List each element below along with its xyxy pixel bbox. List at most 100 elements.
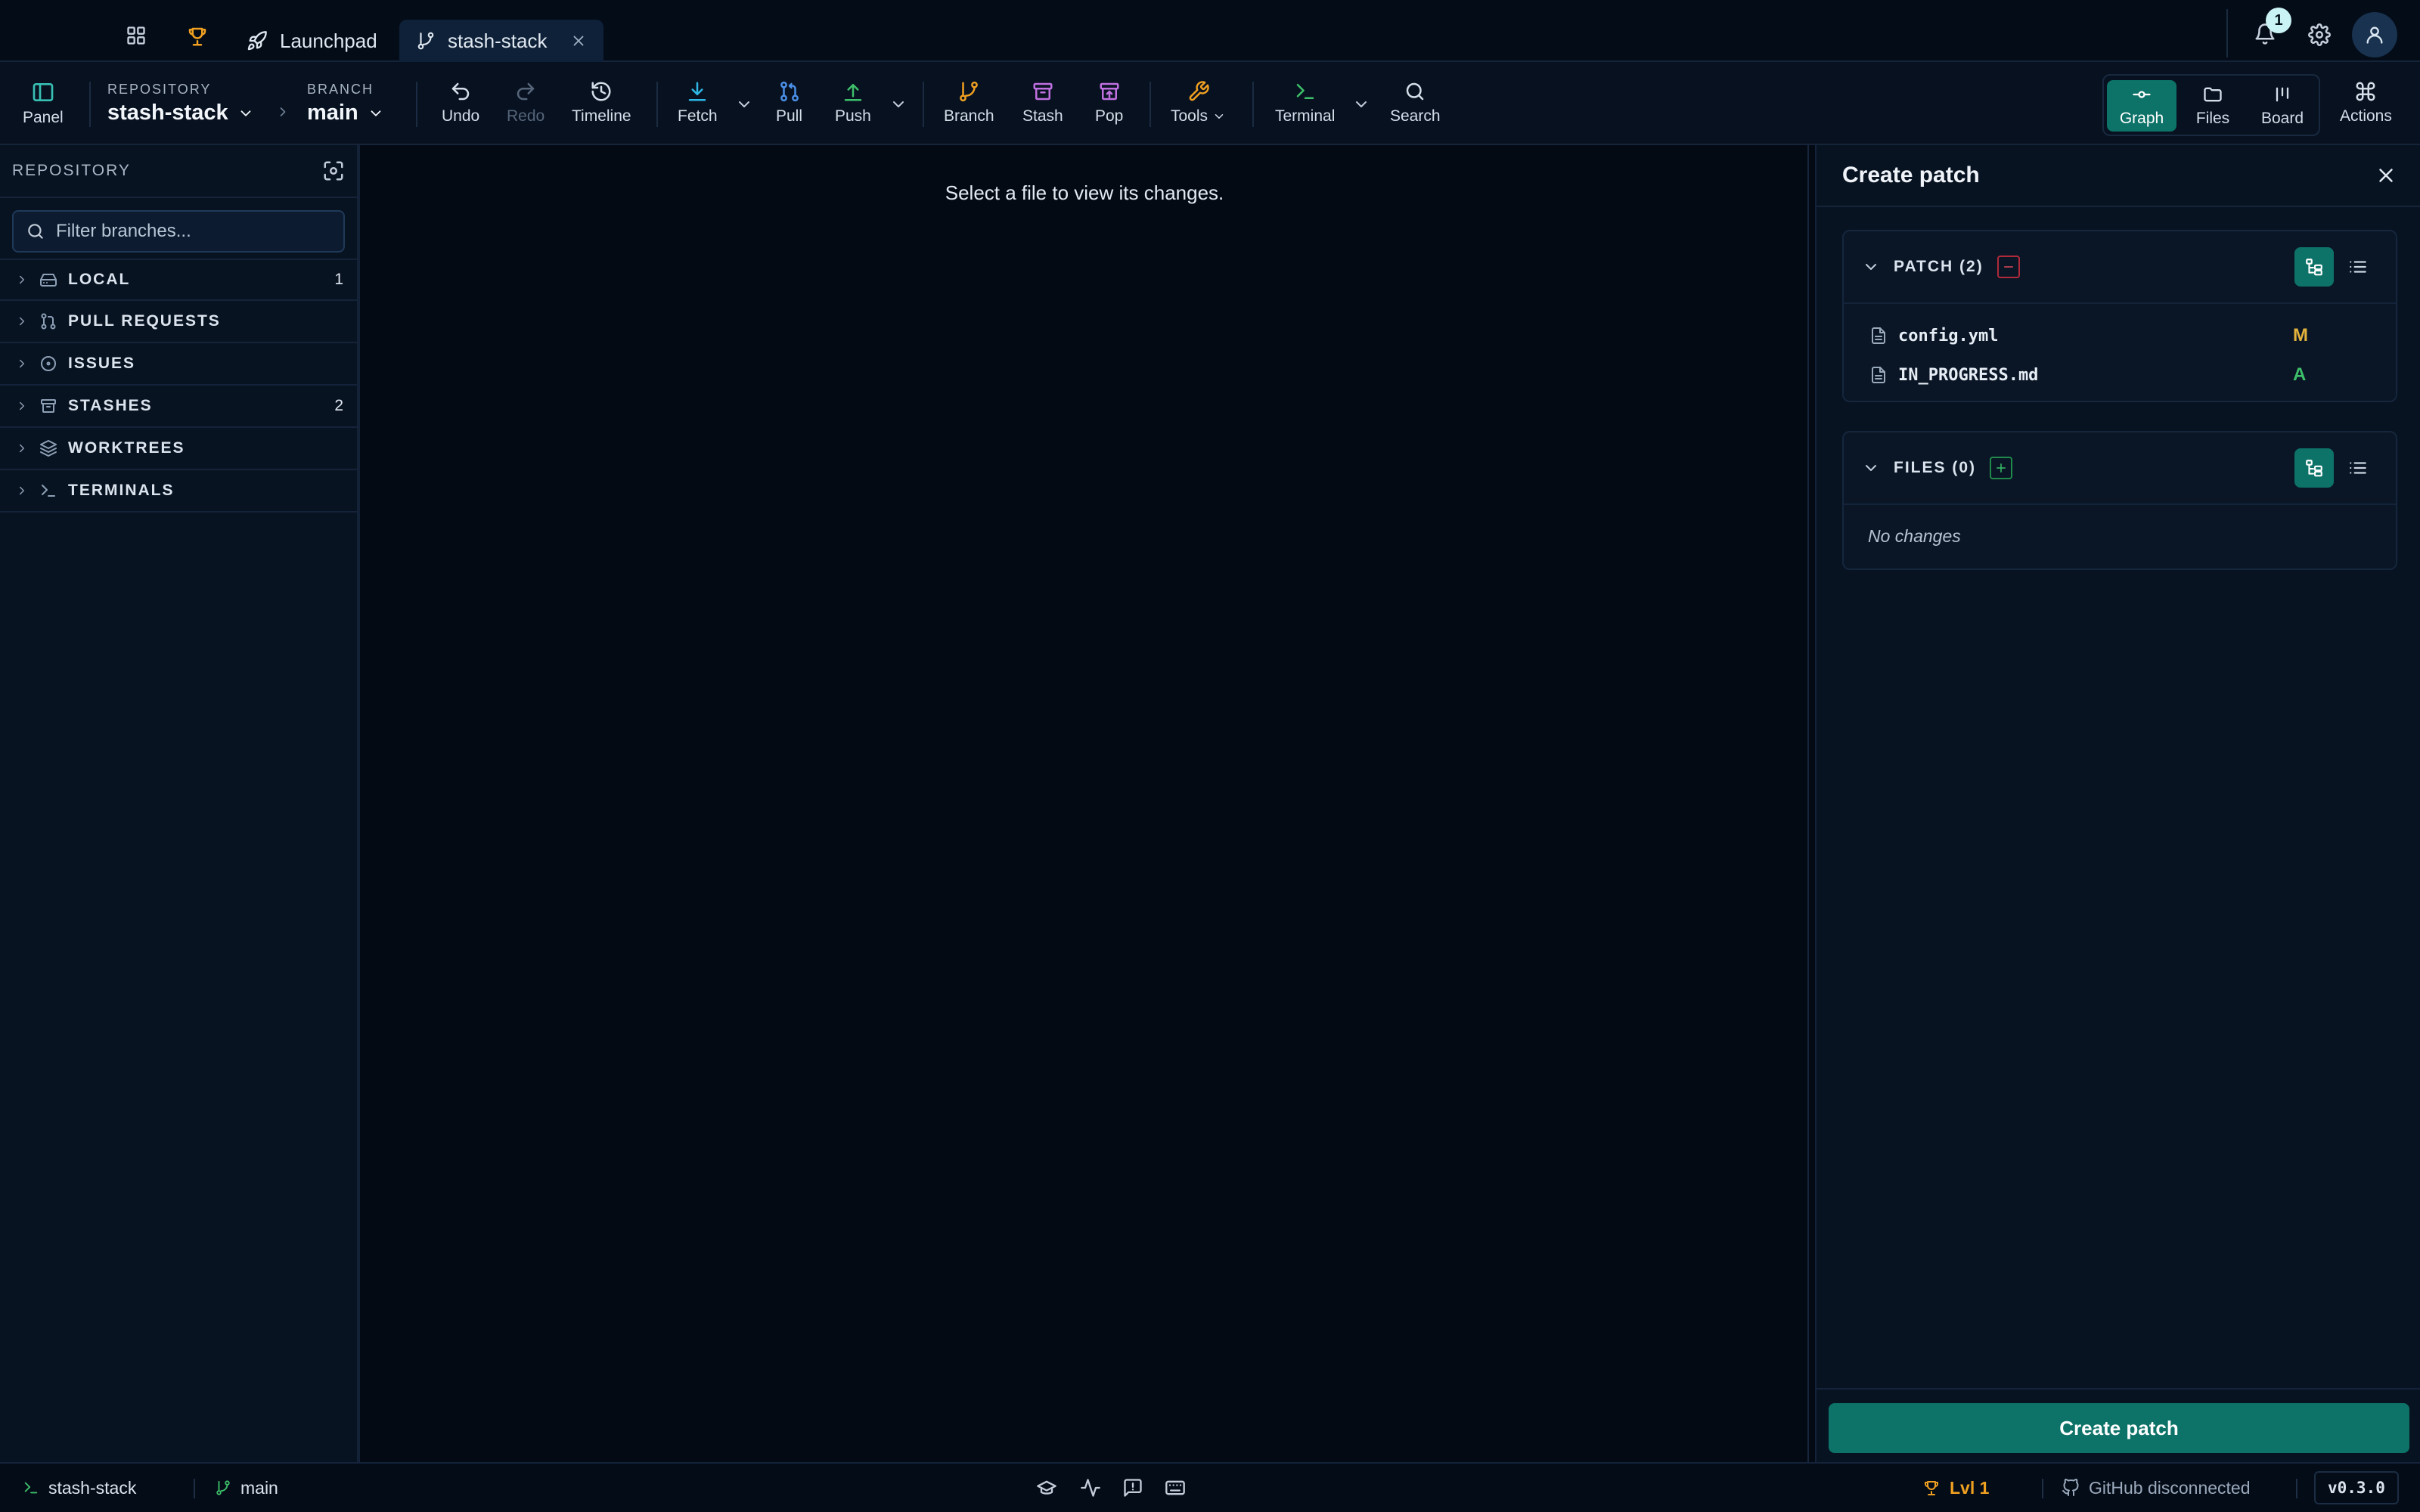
close-icon[interactable] [570,33,587,49]
redo-button[interactable]: Redo [507,80,544,125]
push-button[interactable]: Push [835,80,871,125]
search-icon [1404,80,1426,103]
pop-button[interactable]: Pop [1095,80,1123,125]
pull-request-icon [39,312,57,330]
fetch-button[interactable]: Fetch [678,80,718,125]
no-changes-text: No changes [1868,526,1961,546]
sidebar-item-local[interactable]: LOCAL 1 [0,259,357,301]
diff-viewer: Select a file to view its changes. [360,145,1809,1462]
chevron-right-icon [15,442,29,455]
undo-button[interactable]: Undo [442,80,479,125]
sidebar-title: REPOSITORY [12,162,131,179]
create-patch-panel: Create patch PATCH (2) config.yml M IN_P… [1815,145,2420,1462]
remove-all-button[interactable] [1996,256,2020,278]
create-patch-button[interactable]: Create patch [1829,1403,2409,1453]
stashes-count: 2 [334,397,343,414]
view-graph-button[interactable]: Graph [2107,80,2176,132]
tree-view-icon[interactable] [2294,448,2334,488]
panel-footer-divider [1817,1388,2420,1390]
view-files-button[interactable]: Files [2178,80,2248,132]
search-icon [26,222,45,241]
archive-icon [39,397,57,415]
local-count: 1 [334,271,343,288]
history-icon [590,80,613,103]
archive-restore-icon [1098,80,1121,103]
toolbar-divider [89,82,91,127]
filter-branches-input[interactable] [56,221,331,242]
search-button[interactable]: Search [1390,80,1441,125]
patch-file-row[interactable]: IN_PROGRESS.md A [1844,355,2396,395]
status-branch[interactable]: main [215,1464,278,1512]
chevron-right-icon [275,104,290,119]
github-icon [2062,1479,2080,1497]
file-icon [1869,327,1888,345]
issue-icon [39,355,57,373]
timeline-button[interactable]: Timeline [572,80,631,125]
tab-stash-stack[interactable]: stash-stack [399,20,603,62]
keyboard-icon[interactable] [1165,1464,1186,1512]
toolbar-divider [1252,82,1254,127]
fetch-options-chevron-icon[interactable] [735,95,753,113]
activity-icon[interactable] [1080,1464,1101,1512]
sidebar: REPOSITORY LOCAL 1 PULL REQUESTS ISSUES … [0,145,360,1462]
grid-icon[interactable] [126,25,147,46]
tab-label: stash-stack [448,29,548,52]
avatar[interactable] [2352,12,2397,57]
sidebar-item-terminals[interactable]: TERMINALS [0,470,357,513]
empty-state-message: Select a file to view its changes. [945,181,1224,204]
panel-button[interactable]: Panel [23,80,64,127]
gear-icon[interactable] [2308,23,2331,46]
focus-icon[interactable] [322,160,345,182]
branch-button[interactable]: Branch [944,80,994,125]
feedback-icon[interactable] [1122,1464,1143,1512]
trophy-icon [1922,1479,1941,1497]
level-indicator[interactable]: Lvl 1 [1922,1464,1989,1512]
view-board-button[interactable]: Board [2248,80,2317,132]
repository-selector[interactable]: REPOSITORY stash-stack [107,82,254,125]
terminal-button[interactable]: Terminal [1275,80,1335,125]
folder-icon [2202,84,2223,105]
chevron-down-icon [237,105,254,122]
status-divider [194,1479,195,1498]
github-status[interactable]: GitHub disconnected [2062,1464,2251,1512]
trophy-icon[interactable] [186,25,209,48]
list-view-icon[interactable] [2338,448,2378,488]
patch-section-header[interactable]: PATCH (2) [1844,231,2396,304]
sidebar-item-pull-requests[interactable]: PULL REQUESTS [0,301,357,343]
close-icon[interactable] [2375,164,2397,187]
sidebar-item-stashes[interactable]: STASHES 2 [0,386,357,428]
actions-button[interactable]: Actions [2340,80,2392,125]
branch-icon [416,31,436,51]
upload-icon [842,80,864,103]
branch-icon [215,1479,231,1496]
sidebar-item-issues[interactable]: ISSUES [0,343,357,386]
push-options-chevron-icon[interactable] [889,95,908,113]
filter-branches-field[interactable] [12,210,345,253]
files-section: FILES (0) No changes [1842,431,2397,570]
version-badge: v0.3.0 [2314,1471,2399,1504]
chevron-down-icon[interactable] [1862,459,1880,477]
stash-button[interactable]: Stash [1022,80,1063,125]
graduation-cap-icon[interactable] [1036,1464,1057,1512]
hard-drive-icon [39,271,57,289]
titlebar-divider [2226,9,2228,57]
sidebar-item-worktrees[interactable]: WORKTREES [0,428,357,470]
files-section-header[interactable]: FILES (0) [1844,432,2396,505]
chevron-right-icon [15,484,29,497]
archive-icon [1032,80,1054,103]
patch-file-row[interactable]: config.yml M [1844,316,2396,355]
commit-graph-icon [2131,84,2152,105]
list-view-icon[interactable] [2338,247,2378,287]
panel-resize-handle[interactable] [1807,145,1809,1462]
branch-selector[interactable]: BRANCH main [307,82,384,125]
terminal-options-chevron-icon[interactable] [1352,95,1370,113]
pull-button[interactable]: Pull [776,80,802,125]
tab-launchpad[interactable]: Launchpad [230,20,394,62]
tree-view-icon[interactable] [2294,247,2334,287]
view-switcher: Graph Files Board [2102,74,2320,136]
status-repo[interactable]: stash-stack [23,1464,136,1512]
add-all-button[interactable] [1990,457,2013,479]
tools-button[interactable]: Tools [1171,80,1226,125]
chevron-down-icon[interactable] [1862,258,1880,276]
chevron-right-icon [15,357,29,370]
